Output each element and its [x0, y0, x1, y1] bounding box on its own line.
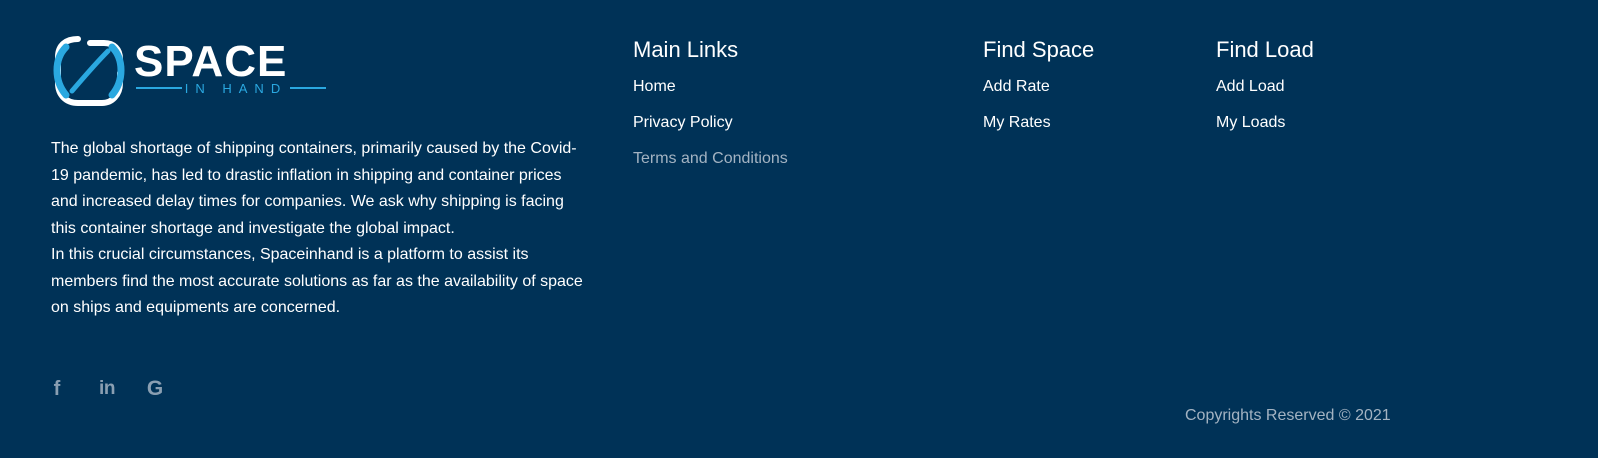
logo-graphic: SPACE IN HAND	[53, 36, 326, 106]
list-item: Home	[633, 77, 788, 97]
add-load-link[interactable]: Add Load	[1216, 78, 1285, 95]
list-item: Add Rate	[983, 77, 1094, 97]
google-icon[interactable]: G	[144, 377, 166, 401]
copyright-text: Copyrights Reserved © 2021	[1185, 407, 1391, 424]
social-links: f in G	[50, 377, 166, 401]
find-load-heading: Find Load	[1216, 37, 1314, 62]
about-text: The global shortage of shipping containe…	[51, 136, 591, 322]
my-rates-link[interactable]: My Rates	[983, 114, 1051, 131]
privacy-policy-link[interactable]: Privacy Policy	[633, 114, 733, 131]
list-item: My Loads	[1216, 113, 1314, 133]
my-loads-link[interactable]: My Loads	[1216, 114, 1285, 131]
main-links-column: Main Links Home Privacy Policy Terms and…	[633, 36, 788, 185]
linkedin-icon[interactable]: in	[96, 377, 118, 401]
logo-emblem-icon	[53, 36, 125, 106]
list-item: Add Load	[1216, 77, 1314, 97]
find-load-column: Find Load Add Load My Loads	[1216, 36, 1314, 149]
site-footer: SPACE IN HAND The global shortage of shi…	[0, 0, 1598, 458]
logo-wordmark: SPACE	[134, 37, 287, 86]
list-item: My Rates	[983, 113, 1094, 133]
find-space-column: Find Space Add Rate My Rates	[983, 36, 1094, 149]
list-item: Terms and Conditions	[633, 149, 788, 169]
facebook-icon[interactable]: f	[50, 377, 64, 401]
about-paragraph-2: In this crucial circumstances, Spaceinha…	[51, 246, 583, 316]
main-links-heading: Main Links	[633, 37, 739, 62]
main-links-list: Home Privacy Policy Terms and Conditions	[633, 77, 788, 169]
about-paragraph-1: The global shortage of shipping containe…	[51, 140, 577, 237]
list-item: Privacy Policy	[633, 113, 788, 133]
home-link[interactable]: Home	[633, 78, 676, 95]
find-load-list: Add Load My Loads	[1216, 77, 1314, 133]
space-in-hand-logo[interactable]: SPACE IN HAND	[50, 33, 330, 109]
logo-tagline: IN HAND	[185, 81, 287, 96]
find-space-heading: Find Space	[983, 37, 1095, 62]
find-space-list: Add Rate My Rates	[983, 77, 1094, 133]
terms-and-conditions-link[interactable]: Terms and Conditions	[633, 150, 788, 167]
add-rate-link[interactable]: Add Rate	[983, 78, 1050, 95]
